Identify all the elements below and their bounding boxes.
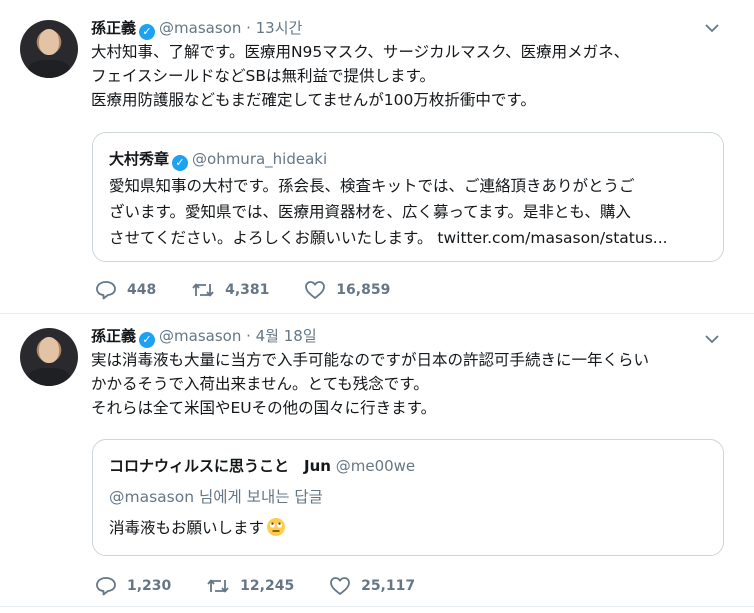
quote-reply-to: @masason 님에게 보내는 답글: [109, 488, 323, 506]
verified-badge-icon: ✓: [172, 155, 189, 171]
quoted-tweet[interactable]: コロナウィルスに思うこと Jun @me00we @masason 님에게 보내…: [92, 439, 724, 556]
avatar-face: [39, 29, 59, 55]
retweet-button[interactable]: 4,381: [191, 280, 269, 300]
tweet-actions: 448 4,381 16,859: [95, 280, 420, 304]
quote-handle: @me00we: [335, 457, 416, 475]
tweet-text: 実は消毒液も大量に当方で入手可能なのですが日本の許認可手続きに一年くらい かかる…: [91, 348, 731, 420]
retweet-count: 4,381: [225, 282, 270, 298]
timestamp[interactable]: 13시간: [256, 19, 303, 37]
retweet-button[interactable]: 12,245: [206, 576, 294, 596]
avatar-face: [39, 337, 59, 363]
quote-handle: @ohmura_hideaki: [192, 150, 328, 168]
avatar-suit: [28, 368, 70, 386]
chevron-down-icon[interactable]: [704, 20, 720, 40]
like-count: 25,117: [361, 578, 416, 594]
verified-badge-icon: ✓: [139, 332, 156, 348]
tweet-line: 大村知事、了解です。医療用N95マスク、サージカルマスク、医療用メガネ、: [91, 43, 630, 61]
reply-count: 448: [127, 282, 157, 298]
heart-icon: [305, 281, 326, 299]
quote-text: 愛知県知事の大村です。孫会長、検査キットでは、ご連絡頂きありがとうご ざいます。…: [109, 173, 668, 251]
like-count: 16,859: [336, 282, 391, 298]
tweet-header: 孫正義 ✓ @masason · 13시간: [91, 19, 303, 40]
reply-button[interactable]: 1,230: [95, 576, 171, 596]
heart-icon: [330, 577, 350, 595]
quote-header: コロナウィルスに思うこと Jun @me00we: [109, 455, 415, 476]
tweet-line: 実は消毒液も大量に当方で入手可能なのですが日本の許認可手続きに一年くらい: [91, 351, 650, 369]
quote-display-name: コロナウィルスに思うこと Jun: [109, 457, 331, 475]
verified-badge-icon: ✓: [139, 24, 156, 40]
reply-button[interactable]: 448: [95, 280, 156, 300]
tweet-line: かかるそうで入荷出来ません。とても残念です。: [91, 375, 429, 393]
tweet-actions: 1,230 12,245 25,117: [95, 576, 445, 600]
quoted-tweet[interactable]: 大村秀章 ✓ @ohmura_hideaki 愛知県知事の大村です。孫会長、検査キッ…: [92, 132, 724, 262]
display-name[interactable]: 孫正義: [91, 327, 136, 345]
quote-line: ざいます。愛知県では、医療用資器材を、広く募ってます。是非とも、購入: [109, 203, 631, 221]
timestamp[interactable]: 4월 18일: [256, 327, 317, 345]
tweet-line: 医療用防護服などもまだ確定してませんが100万枚折衝中です。: [91, 91, 536, 109]
retweet-count: 12,245: [240, 578, 295, 594]
quote-display-name: 大村秀章: [109, 150, 170, 168]
tweet[interactable]: 孫正義 ✓ @masason · 4월 18일 実は消毒液も大量に当方で入手可能なの…: [0, 314, 754, 607]
avatar[interactable]: [20, 20, 78, 78]
display-name[interactable]: 孫正義: [91, 19, 136, 37]
reply-icon: [96, 281, 116, 300]
tweet-text: 大村知事、了解です。医療用N95マスク、サージカルマスク、医療用メガネ、 フェイ…: [91, 40, 731, 112]
avatar[interactable]: [20, 328, 78, 386]
retweet-icon: [207, 579, 229, 593]
avatar-suit: [28, 60, 70, 78]
like-button[interactable]: 25,117: [329, 576, 415, 596]
quote-line: させてください。よろしくお願いいたします。 twitter.com/masaso…: [109, 229, 668, 247]
quote-line: 愛知県知事の大村です。孫会長、検査キットでは、ご連絡頂きありがとうご: [109, 177, 635, 195]
handle[interactable]: @masason: [159, 327, 241, 345]
quote-header: 大村秀章 ✓ @ohmura_hideaki: [109, 148, 327, 171]
tweet[interactable]: 孫正義 ✓ @masason · 13시간 大村知事、了解です。医療用N95マスク、…: [0, 0, 754, 314]
face-with-rolling-eyes-emoji: [267, 518, 286, 536]
like-button[interactable]: 16,859: [304, 280, 390, 300]
quote-line: 消毒液もお願いします: [109, 519, 265, 537]
tweet-line: フェイスシールドなどSBは無利益で提供します。: [91, 67, 435, 85]
tweet-line: それらは全て米国やEUその他の国々に行きます。: [91, 399, 437, 417]
quote-text: 消毒液もお願いします: [109, 516, 286, 538]
handle[interactable]: @masason: [159, 19, 241, 37]
tweet-header: 孫正義 ✓ @masason · 4월 18일: [91, 327, 317, 348]
reply-count: 1,230: [127, 578, 172, 594]
retweet-icon: [192, 283, 214, 297]
reply-icon: [96, 577, 116, 596]
